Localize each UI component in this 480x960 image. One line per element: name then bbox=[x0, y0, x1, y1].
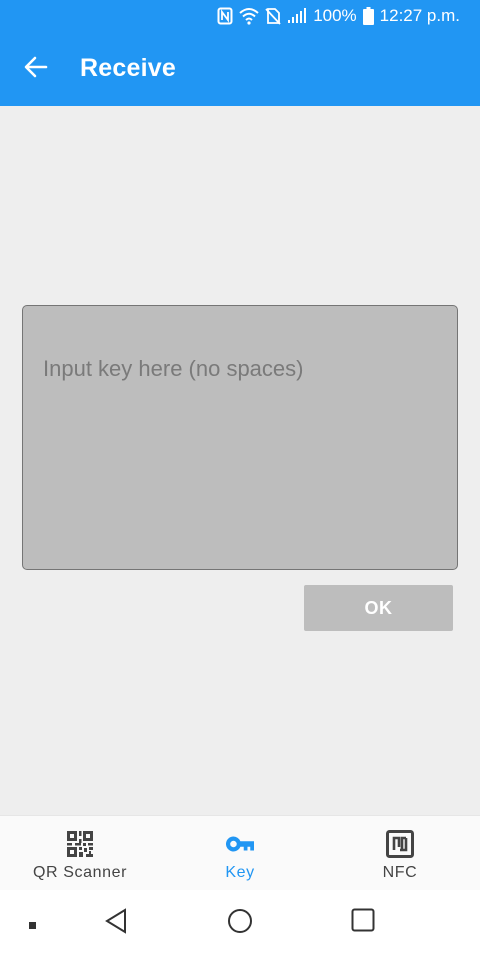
nfc-icon bbox=[386, 830, 414, 858]
qr-code-icon bbox=[66, 830, 94, 858]
system-home-button[interactable] bbox=[227, 908, 253, 939]
back-triangle-icon bbox=[104, 908, 128, 939]
system-back-button[interactable] bbox=[104, 908, 128, 939]
system-overview-button[interactable] bbox=[351, 908, 375, 937]
signal-icon bbox=[287, 8, 307, 24]
arrow-left-icon bbox=[24, 56, 48, 83]
status-icons: 100% 12:27 p.m. bbox=[217, 6, 460, 26]
overview-square-icon bbox=[351, 908, 375, 937]
status-bar: 100% 12:27 p.m. bbox=[0, 0, 480, 32]
home-circle-icon bbox=[227, 908, 253, 939]
app-bar: Receive bbox=[0, 32, 480, 106]
nav-item-key[interactable]: Key bbox=[160, 816, 320, 890]
nav-label-nfc: NFC bbox=[382, 864, 418, 881]
back-button[interactable] bbox=[16, 51, 56, 87]
nav-label-qr-scanner: QR Scanner bbox=[32, 864, 128, 881]
page-title: Receive bbox=[80, 54, 176, 82]
nav-label-key: Key bbox=[225, 864, 255, 881]
nav-item-nfc[interactable]: NFC bbox=[320, 816, 480, 890]
nav-item-qr-scanner[interactable]: QR Scanner bbox=[0, 816, 160, 890]
bottom-nav: QR Scanner Key NFC bbox=[0, 815, 480, 890]
no-sim-icon bbox=[265, 7, 281, 25]
recent-dot-icon bbox=[28, 918, 38, 936]
nfc-icon bbox=[217, 7, 233, 25]
battery-icon bbox=[362, 7, 374, 25]
key-icon bbox=[226, 830, 254, 858]
recent-dot-button[interactable] bbox=[28, 918, 38, 936]
key-input[interactable] bbox=[22, 305, 458, 570]
wifi-icon bbox=[239, 7, 259, 25]
clock: 12:27 p.m. bbox=[379, 6, 460, 25]
ok-button[interactable]: OK bbox=[304, 585, 453, 631]
system-nav-bar bbox=[0, 890, 480, 960]
battery-text: 100% bbox=[313, 6, 357, 25]
